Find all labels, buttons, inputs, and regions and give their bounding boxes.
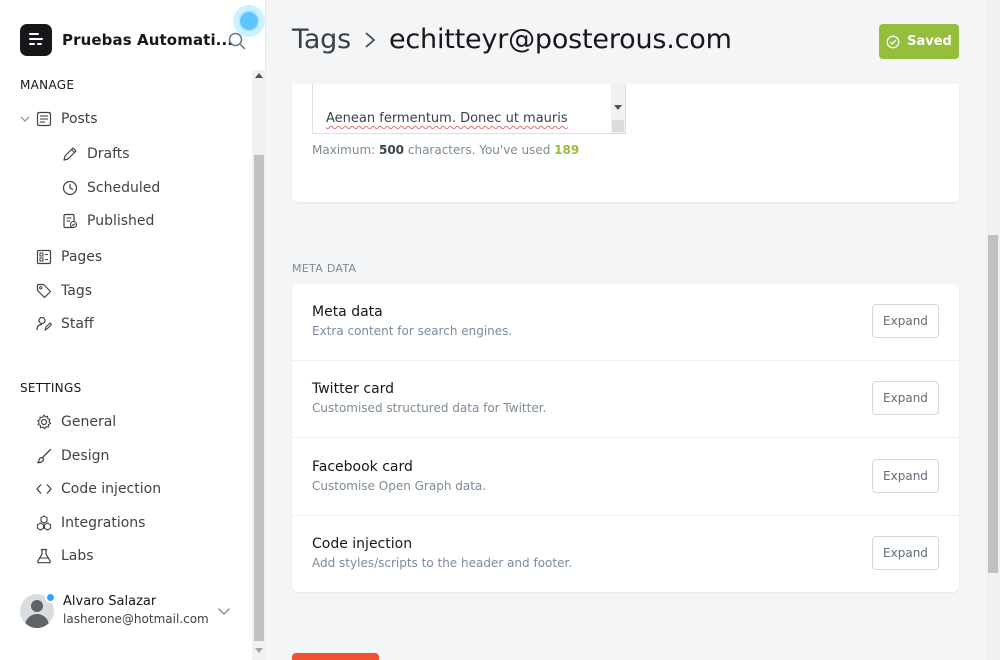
site-logo[interactable] (20, 24, 52, 56)
chevron-down-icon[interactable] (217, 606, 231, 616)
meta-row-description: Extra content for search engines. (312, 324, 513, 338)
settings-heading: SETTINGS (20, 381, 82, 395)
character-count: Maximum: 500 characters. You've used 189 (312, 143, 580, 157)
pencil-icon (63, 147, 77, 161)
site-title[interactable]: Pruebas Automati... (62, 31, 233, 49)
sidebar-item-design[interactable]: Design (36, 444, 109, 468)
user-notification-badge (45, 592, 56, 603)
meta-row-title: Meta data (312, 304, 383, 320)
sidebar-item-published[interactable]: Published (62, 209, 154, 233)
sidebar-item-label: Scheduled (87, 180, 161, 196)
sidebar-item-pages[interactable]: Pages (36, 245, 102, 269)
meta-row-facebook-card: Facebook card Customise Open Graph data.… (292, 439, 959, 516)
page-header: Tags echitteyr@posterous.com Saved (266, 0, 986, 84)
sidebar-item-general[interactable]: General (36, 410, 116, 434)
user-menu[interactable]: Alvaro Salazar lasherone@hotmail.com (20, 592, 252, 632)
code-icon (36, 484, 52, 494)
scroll-down-arrow-icon[interactable] (614, 105, 622, 110)
sidebar-item-label: Staff (61, 316, 94, 332)
tag-icon (36, 283, 52, 299)
resize-handle-icon[interactable] (612, 120, 624, 132)
page-title: echitteyr@posterous.com (388, 24, 732, 55)
expand-facebook-card-button[interactable]: Expand (872, 459, 939, 493)
sidebar-item-label: Published (87, 213, 155, 229)
integrations-icon (36, 515, 52, 531)
meta-row-title: Twitter card (312, 381, 395, 397)
expand-meta-data-button[interactable]: Expand (872, 304, 939, 338)
scroll-up-arrow-icon[interactable] (255, 73, 263, 78)
meta-row-title: Code injection (312, 536, 413, 552)
published-icon (63, 213, 78, 229)
sidebar-item-label: Tags (61, 283, 92, 299)
chevron-down-icon[interactable] (20, 114, 30, 124)
description-card: Aenean fermentum. Donec ut mauris Maximu… (292, 70, 959, 202)
breadcrumb-tags-link[interactable]: Tags (292, 24, 351, 55)
expand-twitter-card-button[interactable]: Expand (872, 381, 939, 415)
sidebar-scrollbar-thumb[interactable] (254, 155, 264, 641)
sidebar-item-label: General (61, 414, 117, 430)
delete-tag-button[interactable] (292, 653, 379, 660)
sidebar-item-label: Pages (61, 249, 103, 265)
manage-heading: MANAGE (20, 78, 75, 92)
sidebar-item-label: Integrations (61, 515, 146, 531)
gear-icon (37, 414, 52, 430)
scroll-down-arrow-icon[interactable] (255, 648, 263, 653)
meta-row-twitter-card: Twitter card Customised structured data … (292, 361, 959, 438)
sidebar-item-code-injection[interactable]: Code injection (36, 477, 161, 501)
check-circle-icon (886, 35, 900, 48)
staff-icon (36, 316, 52, 331)
sidebar-header: Pruebas Automati... (0, 0, 265, 70)
clock-icon (62, 180, 78, 196)
sidebar-item-labs[interactable]: Labs (36, 544, 94, 568)
sidebar-item-tags[interactable]: Tags (36, 279, 92, 303)
used-chars: 189 (554, 143, 580, 157)
main-scrollbar-thumb[interactable] (988, 235, 998, 573)
flask-icon (37, 548, 51, 564)
max-chars: 500 (378, 143, 405, 157)
meta-settings-card: Meta data Extra content for search engin… (292, 284, 959, 592)
sidebar-item-staff[interactable]: Staff (36, 312, 94, 336)
saved-button[interactable]: Saved (879, 24, 959, 59)
meta-row-description: Customise Open Graph data. (312, 479, 487, 493)
breadcrumb: Tags echitteyr@posterous.com (292, 24, 732, 55)
sidebar: Pruebas Automati... MANAGE Posts Drafts … (0, 0, 266, 660)
user-email: lasherone@hotmail.com (63, 612, 209, 626)
sidebar-item-label: Drafts (87, 146, 130, 162)
textarea-text: Aenean fermentum. Donec ut mauris (326, 111, 568, 126)
sidebar-item-label: Labs (61, 548, 94, 564)
sidebar-item-drafts[interactable]: Drafts (62, 142, 130, 166)
meta-row-description: Add styles/scripts to the header and foo… (312, 556, 573, 570)
chevron-right-icon (363, 31, 377, 49)
sidebar-item-integrations[interactable]: Integrations (36, 511, 145, 535)
brush-icon (36, 448, 52, 464)
pages-icon (36, 249, 52, 265)
expand-code-injection-button[interactable]: Expand (872, 536, 939, 570)
sidebar-item-label: Posts (61, 111, 98, 127)
sidebar-item-scheduled[interactable]: Scheduled (62, 176, 160, 200)
sidebar-item-label: Code injection (61, 481, 162, 497)
posts-icon (36, 111, 52, 127)
sidebar-item-posts[interactable]: Posts (20, 107, 98, 131)
meta-row-description: Customised structured data for Twitter. (312, 401, 547, 415)
meta-row-title: Facebook card (312, 459, 413, 475)
main-content: Aenean fermentum. Donec ut mauris Maximu… (266, 0, 986, 660)
sidebar-item-label: Design (61, 448, 110, 464)
meta-row-meta-data: Meta data Extra content for search engin… (292, 284, 959, 361)
user-name: Alvaro Salazar (63, 594, 157, 609)
meta-data-heading: META DATA (292, 262, 357, 275)
notification-dot[interactable] (238, 10, 260, 32)
meta-row-code-injection: Code injection Add styles/scripts to the… (292, 516, 959, 593)
